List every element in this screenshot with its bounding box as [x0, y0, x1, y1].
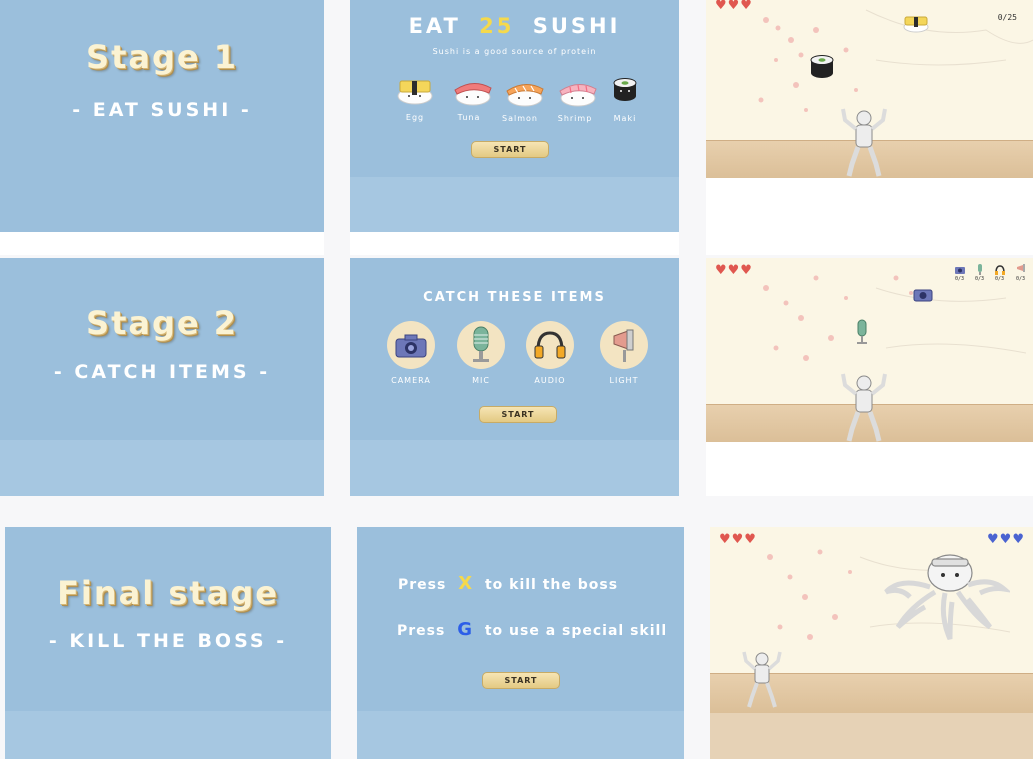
sushi-label-egg: Egg: [405, 113, 425, 122]
headphones-icon: [534, 331, 566, 359]
instruction-press-2: Press: [397, 623, 446, 639]
stage2-title-card: Stage 2 - CATCH ITEMS -: [0, 258, 324, 496]
player-character-icon: [841, 373, 887, 442]
stage2-intro-card: CATCH THESE ITEMS CAMERA MIC AUDIO LIGHT…: [350, 258, 679, 496]
tuna-sushi-icon: [454, 83, 492, 106]
sushi-label-salmon: Salmon: [502, 114, 538, 123]
stage1-subtitle: - EAT SUSHI -: [72, 99, 252, 121]
sushi-label-shrimp: Shrimp: [557, 114, 593, 123]
player-character-icon: [742, 651, 782, 708]
stage1-intro-subtitle: Sushi is a good source of protein: [432, 47, 597, 56]
stage3-gameplay: ♥♥♥ ♥♥♥: [710, 527, 1033, 759]
instruction-kill-boss: to kill the boss: [484, 577, 619, 593]
salmon-sushi-icon: [506, 84, 544, 107]
sushi-label-maki: Maki: [613, 114, 637, 123]
audio-counter: 0/3: [995, 276, 1005, 282]
item-label-audio: AUDIO: [534, 376, 566, 385]
player-character-icon: [841, 108, 887, 177]
special-skill-instruction: Press G to use a special skill: [397, 619, 667, 640]
stage1-player-hearts: ♥♥♥: [715, 0, 753, 13]
camera-counter-icon: [955, 267, 965, 274]
stage1-title-card: Stage 1 - EAT SUSHI -: [0, 0, 324, 255]
light-counter: 0/3: [1016, 276, 1026, 282]
stage3-intro-card: Press X to kill the boss Press G to use …: [357, 527, 684, 759]
shrimp-sushi-icon: [559, 84, 597, 107]
g-key-label: G: [457, 619, 473, 640]
light-counter-icon: [1017, 264, 1025, 272]
stage1-sushi-counter: 0/25: [997, 13, 1017, 22]
stage2-intro-title: CATCH THESE ITEMS: [423, 290, 606, 305]
stage3-title-card: Final stage - KILL THE BOSS -: [5, 527, 331, 759]
stage2-player-hearts: ♥♥♥: [715, 263, 753, 278]
item-label-light: LIGHT: [609, 376, 639, 385]
stage1-start-button[interactable]: START: [471, 141, 549, 158]
mic-counter: 0/3: [975, 276, 985, 282]
instruction-press-1: Press: [398, 577, 447, 593]
stage3-subtitle: - KILL THE BOSS -: [48, 630, 288, 652]
camera-icon: [395, 334, 427, 358]
intro-title-prefix: EAT: [408, 14, 461, 38]
intro-title-number: 25: [479, 14, 515, 38]
stage3-start-button[interactable]: START: [482, 672, 560, 689]
stage1-intro-card: EAT 25 SUSHI Sushi is a good source of p…: [350, 0, 679, 255]
stage1-intro-title: EAT 25 SUSHI: [350, 14, 679, 38]
maki-sushi-icon: [613, 78, 637, 101]
mic-counter-icon: [978, 264, 982, 275]
item-label-camera: CAMERA: [391, 376, 431, 385]
item-label-mic: MIC: [472, 376, 490, 385]
falling-mic-icon: [857, 319, 867, 344]
egg-sushi-icon: [397, 80, 433, 105]
mic-icon: [473, 326, 489, 362]
camera-counter: 0/3: [955, 276, 965, 282]
stage1-gameplay: ♥♥♥ 0/25: [706, 0, 1033, 255]
falling-egg-sushi-icon: [903, 16, 929, 33]
stage3-floor-lower: [710, 713, 1033, 759]
falling-camera-icon: [913, 289, 933, 302]
falling-maki-icon: [810, 55, 834, 78]
intro-title-suffix: SUSHI: [532, 14, 621, 38]
sushi-label-tuna: Tuna: [457, 113, 481, 122]
stage2-subtitle: - CATCH ITEMS -: [53, 361, 271, 383]
stage1-title: Stage 1: [86, 38, 238, 76]
stage2-gameplay: ♥♥♥ 0/3 0/3 0/3 0/3: [706, 258, 1033, 496]
light-icon: [613, 329, 634, 362]
stage2-title: Stage 2: [86, 304, 238, 342]
instruction-special-skill: to use a special skill: [484, 623, 668, 639]
storyboard: Stage 1 - EAT SUSHI - EAT 25 SUSHI Sushi…: [0, 0, 1033, 759]
stage3-player-hearts: ♥♥♥: [719, 532, 757, 547]
octopus-boss-icon: [884, 554, 1010, 641]
stage3-title: Final stage: [57, 574, 279, 612]
x-key-label: X: [458, 573, 474, 594]
stage3-boss-hearts: ♥♥♥: [987, 532, 1025, 547]
stage2-start-button[interactable]: START: [479, 406, 557, 423]
headphones-counter-icon: [995, 265, 1005, 275]
kill-boss-instruction: Press X to kill the boss: [398, 573, 618, 594]
